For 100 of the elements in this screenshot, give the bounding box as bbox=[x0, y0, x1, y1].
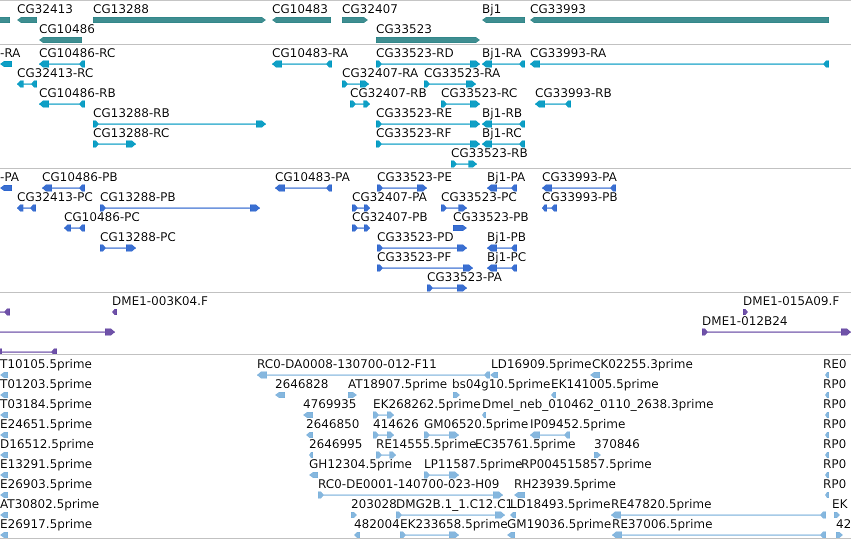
est-glyph[interactable] bbox=[373, 432, 394, 438]
est-glyph[interactable] bbox=[351, 512, 357, 518]
est-glyph[interactable] bbox=[551, 392, 556, 398]
clone-glyph[interactable] bbox=[0, 348, 57, 354]
est-glyph[interactable] bbox=[825, 372, 829, 378]
clone-glyph[interactable] bbox=[702, 328, 851, 336]
est-glyph[interactable] bbox=[530, 432, 570, 438]
transcript-glyph[interactable] bbox=[376, 60, 480, 68]
transcript-glyph[interactable] bbox=[451, 160, 477, 168]
est-glyph[interactable] bbox=[0, 492, 8, 498]
est-glyph[interactable] bbox=[514, 492, 525, 498]
gene-glyph[interactable] bbox=[17, 17, 37, 23]
transcript-glyph[interactable] bbox=[350, 100, 370, 108]
est-glyph[interactable] bbox=[303, 412, 313, 418]
est-glyph[interactable] bbox=[825, 392, 829, 398]
protein-glyph[interactable] bbox=[17, 204, 36, 212]
transcript-glyph[interactable] bbox=[39, 60, 85, 68]
est-glyph[interactable] bbox=[825, 472, 829, 478]
protein-glyph[interactable] bbox=[542, 204, 557, 212]
est-glyph[interactable] bbox=[306, 432, 313, 438]
protein-glyph[interactable] bbox=[487, 264, 517, 272]
gene-glyph[interactable] bbox=[272, 17, 331, 23]
est-glyph[interactable] bbox=[424, 432, 459, 438]
protein-glyph[interactable] bbox=[100, 204, 260, 212]
transcript-glyph[interactable] bbox=[441, 100, 480, 108]
est-glyph[interactable] bbox=[836, 532, 843, 538]
clone-glyph[interactable] bbox=[112, 309, 117, 315]
transcript-glyph[interactable] bbox=[93, 120, 266, 128]
est-glyph[interactable] bbox=[825, 432, 829, 438]
est-glyph[interactable] bbox=[453, 392, 460, 398]
protein-glyph[interactable] bbox=[377, 244, 467, 252]
protein-glyph[interactable] bbox=[0, 185, 12, 191]
est-glyph[interactable] bbox=[354, 532, 360, 538]
est-glyph[interactable] bbox=[376, 452, 396, 458]
est-glyph[interactable] bbox=[594, 452, 601, 458]
gene-glyph[interactable] bbox=[482, 17, 525, 23]
transcript-glyph[interactable] bbox=[482, 120, 525, 128]
est-glyph[interactable] bbox=[510, 512, 516, 518]
transcript-glyph[interactable] bbox=[17, 80, 37, 88]
est-glyph[interactable] bbox=[590, 372, 600, 378]
est-glyph[interactable] bbox=[424, 472, 459, 478]
est-glyph[interactable] bbox=[0, 412, 8, 418]
protein-glyph[interactable] bbox=[352, 224, 370, 232]
transcript-glyph[interactable] bbox=[482, 60, 525, 68]
protein-glyph[interactable] bbox=[352, 204, 370, 212]
est-glyph[interactable] bbox=[612, 532, 826, 538]
est-glyph[interactable] bbox=[275, 392, 285, 398]
est-glyph[interactable] bbox=[396, 512, 505, 518]
est-glyph[interactable] bbox=[0, 392, 8, 398]
protein-glyph[interactable] bbox=[453, 225, 467, 231]
est-glyph[interactable] bbox=[309, 472, 318, 478]
transcript-glyph[interactable] bbox=[376, 140, 480, 148]
transcript-glyph[interactable] bbox=[342, 80, 369, 88]
clone-glyph[interactable] bbox=[0, 328, 115, 336]
gene-glyph[interactable] bbox=[39, 37, 82, 43]
protein-glyph[interactable] bbox=[427, 284, 467, 292]
protein-glyph[interactable] bbox=[64, 224, 85, 232]
clone-glyph[interactable] bbox=[743, 309, 748, 315]
clone-glyph[interactable] bbox=[0, 308, 10, 316]
transcript-glyph[interactable] bbox=[530, 60, 829, 68]
transcript-glyph[interactable] bbox=[272, 60, 332, 68]
protein-glyph[interactable] bbox=[42, 184, 85, 192]
transcript-glyph[interactable] bbox=[424, 80, 476, 88]
protein-glyph[interactable] bbox=[542, 184, 616, 192]
protein-label: Bj1-PB bbox=[487, 230, 526, 244]
transcript-glyph[interactable] bbox=[376, 120, 480, 128]
est-glyph[interactable] bbox=[373, 412, 394, 418]
est-glyph[interactable] bbox=[825, 412, 829, 418]
est-glyph[interactable] bbox=[348, 392, 357, 398]
est-glyph[interactable] bbox=[309, 452, 313, 458]
protein-glyph[interactable] bbox=[377, 264, 473, 272]
est-glyph[interactable] bbox=[825, 492, 829, 498]
est-glyph[interactable] bbox=[834, 512, 840, 518]
transcript-glyph[interactable] bbox=[482, 140, 525, 148]
gene-glyph[interactable] bbox=[342, 17, 368, 23]
gene-glyph[interactable] bbox=[376, 37, 480, 43]
est-glyph[interactable] bbox=[490, 372, 498, 378]
protein-glyph[interactable] bbox=[487, 184, 517, 192]
est-glyph[interactable] bbox=[0, 372, 8, 378]
est-glyph[interactable] bbox=[0, 532, 8, 538]
transcript-glyph[interactable] bbox=[0, 61, 12, 67]
protein-glyph[interactable] bbox=[441, 204, 467, 212]
transcript-glyph[interactable] bbox=[39, 100, 85, 108]
est-glyph[interactable] bbox=[318, 492, 503, 498]
est-glyph[interactable] bbox=[0, 512, 8, 518]
est-glyph[interactable] bbox=[611, 512, 826, 518]
est-glyph[interactable] bbox=[0, 432, 8, 438]
protein-glyph[interactable] bbox=[377, 184, 427, 192]
est-glyph[interactable] bbox=[400, 532, 459, 538]
est-glyph[interactable] bbox=[0, 452, 8, 458]
est-glyph[interactable] bbox=[507, 532, 515, 538]
protein-label: CG33993-PB bbox=[542, 190, 618, 204]
protein-glyph[interactable] bbox=[275, 184, 332, 192]
est-glyph[interactable] bbox=[482, 412, 486, 418]
protein-glyph[interactable] bbox=[100, 244, 136, 252]
protein-glyph[interactable] bbox=[487, 244, 517, 252]
transcript-glyph[interactable] bbox=[93, 140, 136, 148]
transcript-glyph[interactable] bbox=[535, 100, 571, 108]
est-glyph[interactable] bbox=[825, 452, 829, 458]
est-glyph[interactable] bbox=[0, 472, 8, 478]
